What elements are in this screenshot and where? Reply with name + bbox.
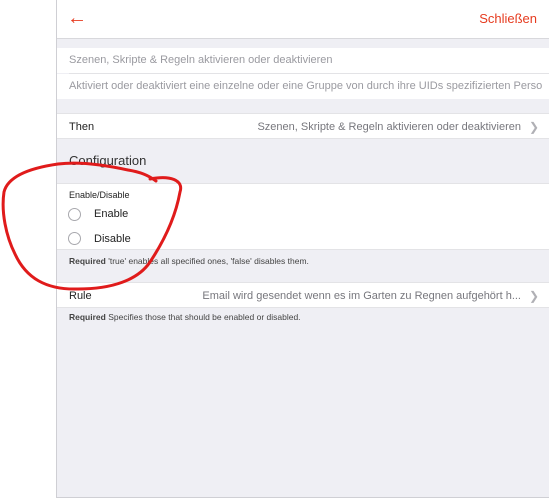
disable-option-label[interactable]: Disable: [94, 233, 131, 245]
disable-radio[interactable]: [68, 232, 81, 245]
then-label: Then: [69, 121, 95, 133]
rule-row[interactable]: Rule Email wird gesendet wenn es im Gart…: [57, 282, 549, 308]
rule-value: Email wird gesendet wenn es im Garten zu…: [202, 290, 521, 302]
enable-disable-label: Enable/Disable: [69, 190, 130, 200]
rule-help: Required Specifies those that should be …: [69, 312, 301, 322]
enable-radio[interactable]: [68, 208, 81, 221]
rule-editor-panel: ← Schließen Szenen, Skripte & Regeln akt…: [56, 0, 549, 498]
close-button[interactable]: Schließen: [479, 11, 537, 26]
enable-disable-group: Enable/Disable Enable Disable: [57, 183, 549, 250]
chevron-right-icon: ❯: [528, 289, 539, 303]
then-row[interactable]: Then Szenen, Skripte & Regeln aktivieren…: [57, 113, 549, 139]
enable-disable-help: Required 'true' enables all specified on…: [69, 256, 309, 266]
navigation-bar: ← Schließen: [57, 0, 549, 39]
description-field[interactable]: Aktiviert oder deaktiviert eine einzelne…: [57, 74, 549, 99]
enable-option-label[interactable]: Enable: [94, 208, 128, 220]
chevron-right-icon: ❯: [528, 120, 539, 134]
then-value: Szenen, Skripte & Regeln aktivieren oder…: [257, 121, 521, 133]
arrow-left-icon[interactable]: ←: [67, 6, 87, 30]
rule-label: Rule: [69, 290, 92, 302]
name-field[interactable]: Szenen, Skripte & Regeln aktivieren oder…: [57, 48, 549, 73]
configuration-title: Configuration: [69, 153, 147, 168]
